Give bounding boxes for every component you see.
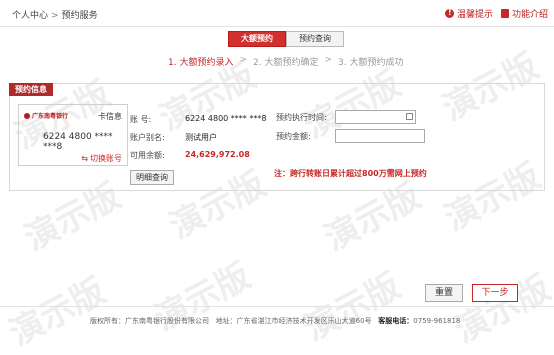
switch-account-link[interactable]: ⇆ 切换账号 (81, 153, 122, 164)
bank-name: 广东南粤银行 (32, 113, 69, 120)
bank-logo: 广东南粤银行 (24, 111, 68, 120)
breadcrumb: 个人中心 > 预约服务 (12, 8, 98, 21)
card-number: 6224 4800 **** ***8 (43, 132, 113, 152)
breadcrumb-separator: > (51, 11, 59, 21)
calendar-icon[interactable] (406, 113, 413, 120)
card-info-label: 卡信息 (98, 112, 122, 121)
breadcrumb-item-reservation-service: 预约服务 (61, 11, 98, 21)
detail-query-button[interactable]: 明细查询 (130, 170, 174, 185)
footer: 版权所有：广东南粤银行股份有限公司 地址：广东省湛江市经济技术开发区乐山大道60… (0, 306, 554, 348)
alias-label: 账户别名: (130, 133, 165, 142)
card-box: 广东南粤银行 卡信息 6224 4800 **** ***8 ⇆ 切换账号 (18, 104, 128, 166)
footer-text: 版权所有：广东南粤银行股份有限公司 地址：广东省湛江市经济技术开发区乐山大道60… (90, 316, 460, 326)
footer-copyright: 版权所有：广东南粤银行股份有限公司 (90, 317, 209, 325)
breadcrumb-item-personal-center[interactable]: 个人中心 (12, 11, 48, 21)
exec-time-label: 预约执行时间: (276, 113, 327, 122)
footer-address: 地址：广东省湛江市经济技术开发区乐山大道60号 (215, 317, 372, 325)
account-label: 账 号: (130, 115, 152, 124)
tab-reservation-query[interactable]: 预约查询 (286, 31, 344, 47)
footer-hotline-label: 客服电话： (378, 317, 414, 325)
intro-link[interactable]: 功能介绍 (500, 7, 548, 20)
step-arrow: > (239, 55, 247, 65)
balance-label: 可用余额: (130, 151, 165, 160)
exec-time-input[interactable] (335, 110, 416, 124)
amount-input[interactable] (335, 129, 425, 143)
step-1: 1. 大额预约录入 (168, 58, 234, 68)
info-icon (444, 8, 454, 18)
top-links: 温馨提示 功能介绍 (444, 7, 548, 20)
tips-link[interactable]: 温馨提示 (444, 7, 493, 20)
document-icon (500, 9, 509, 18)
swap-icon: ⇆ (81, 154, 88, 163)
tab-large-reservation[interactable]: 大额预约 (228, 31, 286, 47)
intro-label: 功能介绍 (511, 10, 548, 20)
next-button[interactable]: 下一步 (472, 284, 518, 302)
amount-label: 预约金额: (276, 132, 311, 141)
tips-label: 温馨提示 (456, 10, 493, 20)
step-3: 3. 大额预约成功 (338, 58, 404, 68)
step-arrow: > (324, 55, 332, 65)
alias-value: 测试用户 (185, 133, 217, 142)
balance-value: 24,629,972.08 (185, 150, 250, 159)
reset-button[interactable]: 重置 (425, 284, 463, 302)
tab-bar: 大额预约 预约查询 (228, 31, 344, 47)
panel-title: 预约信息 (9, 83, 53, 96)
switch-account-label: 切换账号 (90, 154, 122, 163)
step-indicator: 1. 大额预约录入 > 2. 大额预约确定 > 3. 大额预约成功 (168, 55, 403, 68)
step-2: 2. 大额预约确定 (253, 58, 319, 68)
account-value: 6224 4800 **** ***8 (185, 114, 267, 123)
footer-hotline: 0759-961818 (413, 317, 461, 325)
top-bar: 个人中心>预约服务 温馨提示 功能介绍 (0, 0, 554, 27)
bank-logo-icon (24, 112, 30, 119)
transfer-note: 注：跨行转账日累计超过800万需网上预约 (274, 169, 427, 178)
